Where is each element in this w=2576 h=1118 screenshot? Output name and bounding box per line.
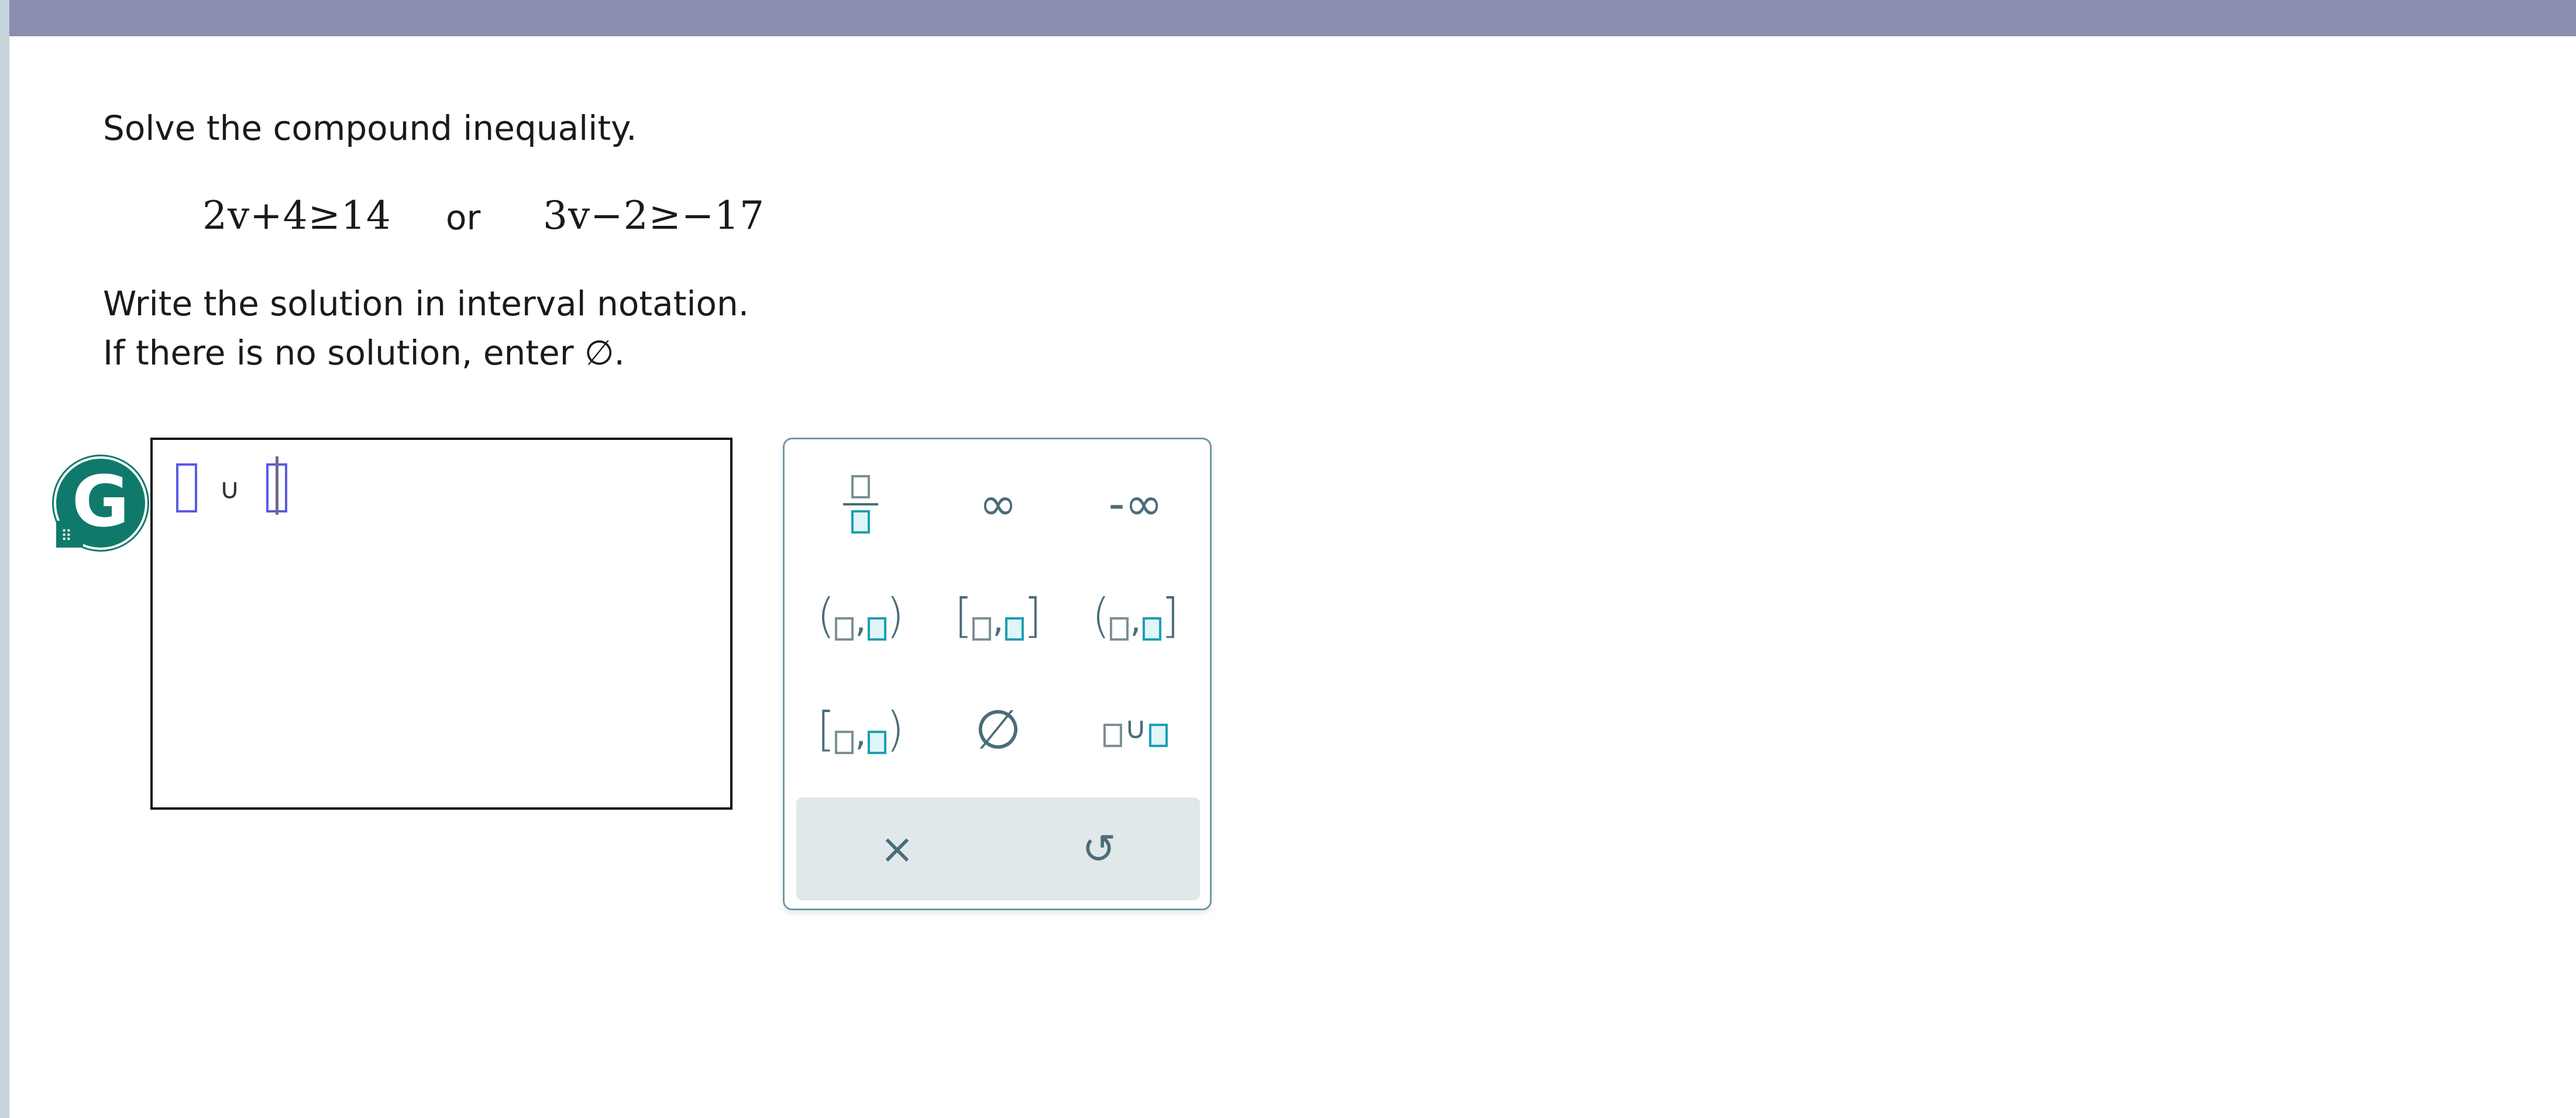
keypad-action-bar: × ↺ [796, 797, 1200, 900]
clear-button[interactable]: × [796, 797, 998, 900]
negative-infinity-button[interactable]: -∞ [1071, 460, 1200, 548]
closed-open-interval-button[interactable]: [,) [796, 686, 925, 774]
inequality-right: 3v−2≥−17 [543, 193, 765, 238]
close-x-icon: × [880, 825, 914, 873]
problem-prompt: Solve the compound inequality. [103, 108, 637, 148]
grammarly-drag-handle-icon[interactable]: ⠿ [61, 529, 72, 544]
undo-button[interactable]: ↺ [998, 797, 1200, 900]
empty-set-icon: ∅ [974, 699, 1022, 761]
empty-set-button[interactable]: ∅ [934, 686, 1062, 774]
text-cursor [276, 456, 278, 515]
fraction-icon [843, 475, 878, 534]
grammarly-badge[interactable]: G ⠿ [54, 456, 147, 550]
answer-union-symbol: ∪ [219, 473, 240, 505]
instruction-interval: Write the solution in interval notation. [103, 284, 749, 324]
top-header-bar [9, 0, 2576, 36]
answer-slot-left[interactable] [176, 463, 197, 512]
left-edge-strip [0, 0, 9, 1118]
undo-icon: ↺ [1082, 825, 1116, 873]
instruction-empty-set: If there is no solution, enter ∅. [103, 333, 625, 373]
connector-or: or [446, 198, 481, 238]
inequality-left: 2v+4≥14 [202, 193, 391, 238]
closed-closed-interval-icon: [,] [954, 588, 1042, 643]
open-closed-interval-button[interactable]: (,] [1071, 573, 1200, 661]
open-open-interval-button[interactable]: (,) [796, 573, 925, 661]
closed-closed-interval-button[interactable]: [,] [934, 573, 1062, 661]
math-keypad: ∞ -∞ (,) [,] (,] [,) ∅ ∪ × ↺ [783, 438, 1212, 910]
negative-infinity-icon: -∞ [1108, 478, 1163, 531]
open-closed-interval-icon: (,] [1092, 588, 1179, 643]
infinity-icon: ∞ [979, 478, 1017, 531]
union-icon: ∪ [1103, 713, 1168, 748]
closed-open-interval-icon: [,) [817, 701, 904, 756]
infinity-button[interactable]: ∞ [934, 460, 1062, 548]
open-open-interval-icon: (,) [817, 588, 904, 643]
fraction-button[interactable] [796, 460, 925, 548]
answer-input-box[interactable]: ∪ [150, 438, 732, 810]
union-button[interactable]: ∪ [1071, 686, 1200, 774]
